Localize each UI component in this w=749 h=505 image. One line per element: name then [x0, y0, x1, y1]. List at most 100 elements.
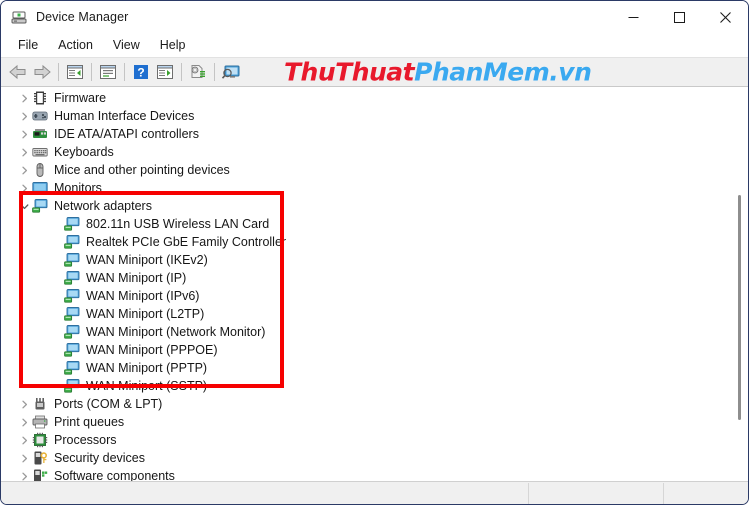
tree-item[interactable]: Network adapters — [1, 197, 731, 215]
processor-icon — [32, 432, 48, 448]
forward-arrow-icon[interactable] — [30, 60, 54, 84]
software-component-icon — [32, 468, 48, 481]
chevron-right-icon[interactable] — [16, 125, 32, 143]
chevron-right-icon[interactable] — [16, 89, 32, 107]
toolbar: ? ThuThuatPhanMem.vn — [1, 57, 748, 87]
chevron-right-icon[interactable] — [16, 413, 32, 431]
tree-item-label: WAN Miniport (IPv6) — [86, 289, 200, 303]
twisty-placeholder — [48, 251, 64, 269]
tree-item[interactable]: WAN Miniport (IKEv2) — [1, 251, 731, 269]
chevron-right-icon[interactable] — [16, 431, 32, 449]
menu-item-help[interactable]: Help — [151, 36, 195, 54]
tree-item[interactable]: Monitors — [1, 179, 731, 197]
status-divider-2 — [663, 483, 664, 504]
chevron-down-icon[interactable] — [16, 197, 32, 215]
back-arrow-icon[interactable] — [6, 60, 30, 84]
tree-item-label: 802.11n USB Wireless LAN Card — [86, 217, 270, 231]
tree-item[interactable]: Processors — [1, 431, 731, 449]
network-adapter-icon — [64, 342, 80, 358]
status-bar — [1, 481, 748, 504]
tree-item[interactable]: WAN Miniport (IPv6) — [1, 287, 731, 305]
keyboard-icon — [32, 144, 48, 160]
tree-item[interactable]: WAN Miniport (Network Monitor) — [1, 323, 731, 341]
tree-item-label: Network adapters — [54, 199, 152, 213]
title-bar: Device Manager — [1, 1, 748, 33]
twisty-placeholder — [48, 305, 64, 323]
toolbar-separator — [214, 63, 215, 81]
tree-item-label: WAN Miniport (IKEv2) — [86, 253, 208, 267]
tree-item[interactable]: WAN Miniport (L2TP) — [1, 305, 731, 323]
chevron-right-icon[interactable] — [16, 395, 32, 413]
tree-item[interactable]: WAN Miniport (PPTP) — [1, 359, 731, 377]
menu-item-action[interactable]: Action — [49, 36, 102, 54]
menu-item-view[interactable]: View — [104, 36, 149, 54]
twisty-placeholder — [48, 215, 64, 233]
maximize-button[interactable] — [656, 1, 702, 33]
chevron-right-icon[interactable] — [16, 161, 32, 179]
scrollbar-thumb[interactable] — [738, 195, 741, 420]
tree-item[interactable]: WAN Miniport (SSTP) — [1, 377, 731, 395]
tree-item[interactable]: Software components — [1, 467, 731, 481]
twisty-placeholder — [48, 269, 64, 287]
tree-item-label: Monitors — [54, 181, 102, 195]
menu-item-file[interactable]: File — [9, 36, 47, 54]
chevron-right-icon[interactable] — [16, 467, 32, 481]
port-icon — [32, 396, 48, 412]
chevron-right-icon[interactable] — [16, 143, 32, 161]
tree-item-label: IDE ATA/ATAPI controllers — [54, 127, 199, 141]
tree-item[interactable]: Firmware — [1, 89, 731, 107]
uninstall-device-icon[interactable] — [153, 60, 177, 84]
twisty-placeholder — [48, 233, 64, 251]
tree-item[interactable]: Realtek PCIe GbE Family Controller — [1, 233, 731, 251]
show-hide-console-tree-icon[interactable] — [63, 60, 87, 84]
chevron-right-icon[interactable] — [16, 179, 32, 197]
tree-item-label: WAN Miniport (IP) — [86, 271, 187, 285]
tree-item[interactable]: Security devices — [1, 449, 731, 467]
tree-item[interactable]: WAN Miniport (PPPOE) — [1, 341, 731, 359]
chevron-right-icon[interactable] — [16, 107, 32, 125]
watermark: ThuThuatPhanMem.vn — [284, 58, 592, 87]
tree-item[interactable]: Human Interface Devices — [1, 107, 731, 125]
update-driver-icon[interactable] — [186, 60, 210, 84]
properties-icon[interactable] — [96, 60, 120, 84]
tree-item-label: Realtek PCIe GbE Family Controller — [86, 235, 287, 249]
tree-item[interactable]: Ports (COM & LPT) — [1, 395, 731, 413]
status-divider-1 — [528, 483, 529, 504]
tree-item[interactable]: IDE ATA/ATAPI controllers — [1, 125, 731, 143]
tree-item-label: Security devices — [54, 451, 146, 465]
firmware-icon — [32, 90, 48, 106]
svg-text:?: ? — [137, 66, 144, 80]
tree-item[interactable]: Mice and other pointing devices — [1, 161, 731, 179]
tree-item-label: WAN Miniport (SSTP) — [86, 379, 208, 393]
toolbar-separator — [124, 63, 125, 81]
tree-item-label: Processors — [54, 433, 117, 447]
security-device-icon — [32, 450, 48, 466]
network-adapter-icon — [64, 288, 80, 304]
tree-item[interactable]: 802.11n USB Wireless LAN Card — [1, 215, 731, 233]
network-adapter-icon — [32, 198, 48, 214]
minimize-button[interactable] — [610, 1, 656, 33]
chevron-right-icon[interactable] — [16, 449, 32, 467]
tree-item-label: Firmware — [54, 91, 107, 105]
help-icon[interactable]: ? — [129, 60, 153, 84]
tree-item-label: Human Interface Devices — [54, 109, 195, 123]
toolbar-separator — [91, 63, 92, 81]
tree-item-label: Software components — [54, 469, 175, 481]
tree-item[interactable]: WAN Miniport (IP) — [1, 269, 731, 287]
device-tree-panel: Firmware Human Interface Devices IDE ATA/A… — [1, 87, 748, 481]
twisty-placeholder — [48, 287, 64, 305]
device-tree[interactable]: Firmware Human Interface Devices IDE ATA/A… — [1, 87, 731, 481]
window-controls — [610, 1, 748, 33]
scan-hardware-changes-icon[interactable] — [219, 60, 243, 84]
tree-item-label: Mice and other pointing devices — [54, 163, 230, 177]
close-button[interactable] — [702, 1, 748, 33]
menu-bar: File Action View Help — [1, 33, 748, 57]
network-adapter-icon — [64, 306, 80, 322]
tree-item[interactable]: Keyboards — [1, 143, 731, 161]
tree-item-label: WAN Miniport (L2TP) — [86, 307, 205, 321]
tree-item[interactable]: Print queues — [1, 413, 731, 431]
vertical-scrollbar[interactable] — [731, 87, 748, 481]
device-manager-window: Device Manager File Action View Help ? T… — [0, 0, 749, 505]
twisty-placeholder — [48, 341, 64, 359]
tree-item-label: Ports (COM & LPT) — [54, 397, 163, 411]
